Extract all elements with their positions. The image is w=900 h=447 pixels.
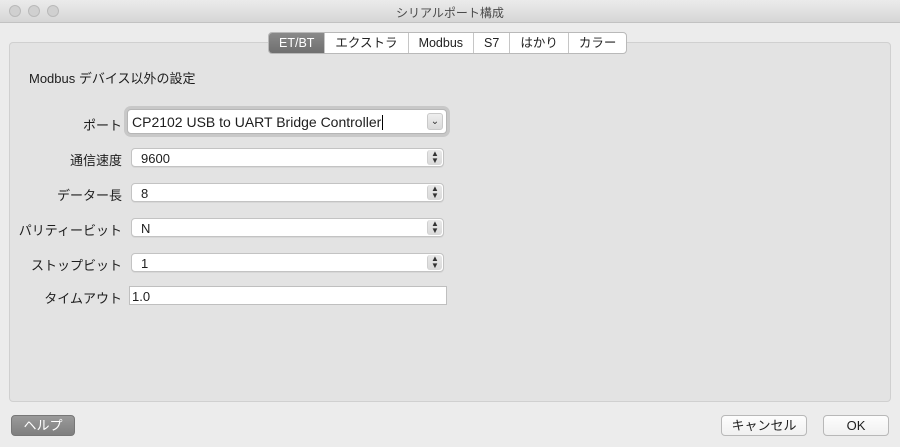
title-bar: シリアルポート構成 xyxy=(0,0,900,23)
baud-select[interactable]: 9600 ▲ ▼ xyxy=(131,148,444,167)
timeout-value: 1.0 xyxy=(132,289,151,304)
parity-select[interactable]: N ▲ ▼ xyxy=(131,218,444,237)
tab-extra[interactable]: エクストラ xyxy=(325,33,409,53)
port-select[interactable]: CP2102 USB to UART Bridge Controller ⌄ xyxy=(127,109,447,134)
parity-value: N xyxy=(141,221,151,236)
tab-scale[interactable]: はかり xyxy=(510,33,569,53)
chevron-down-icon[interactable]: ⌄ xyxy=(427,113,443,130)
help-button[interactable]: ヘルプ xyxy=(11,415,75,436)
cancel-button[interactable]: キャンセル xyxy=(721,415,807,436)
up-down-arrows-icon[interactable]: ▲ ▼ xyxy=(427,150,442,165)
timeout-input[interactable]: 1.0 xyxy=(129,286,447,305)
baud-value: 9600 xyxy=(141,151,170,166)
up-down-arrows-icon[interactable]: ▲ ▼ xyxy=(427,255,442,270)
baud-label: 通信速度 xyxy=(69,153,122,168)
port-value: CP2102 USB to UART Bridge Controller xyxy=(132,114,384,130)
ok-button[interactable]: OK xyxy=(823,415,889,436)
tab-modbus[interactable]: Modbus xyxy=(409,33,475,53)
tab-color[interactable]: カラー xyxy=(569,33,627,53)
stopbits-label: ストップビット xyxy=(30,258,122,273)
databits-select[interactable]: 8 ▲ ▼ xyxy=(131,183,444,202)
up-down-arrows-icon[interactable]: ▲ ▼ xyxy=(427,185,442,200)
port-label: ポート xyxy=(82,118,122,133)
serial-port-config-window: シリアルポート構成 ET/BT エクストラ Modbus S7 はかり カラー … xyxy=(0,0,900,447)
window-title: シリアルポート構成 xyxy=(396,6,504,20)
tab-bar: ET/BT エクストラ Modbus S7 はかり カラー xyxy=(268,32,628,54)
timeout-label: タイムアウト xyxy=(44,291,122,306)
up-down-arrows-icon[interactable]: ▲ ▼ xyxy=(427,220,442,235)
parity-label: パリティービット xyxy=(18,223,122,238)
databits-value: 8 xyxy=(141,186,149,201)
databits-label: データー長 xyxy=(56,188,122,203)
tab-et-bt[interactable]: ET/BT xyxy=(269,33,326,53)
stopbits-select[interactable]: 1 ▲ ▼ xyxy=(131,253,444,272)
section-title: Modbus デバイス以外の設定 xyxy=(29,71,196,86)
stopbits-value: 1 xyxy=(141,256,149,271)
tab-s7[interactable]: S7 xyxy=(474,33,511,53)
